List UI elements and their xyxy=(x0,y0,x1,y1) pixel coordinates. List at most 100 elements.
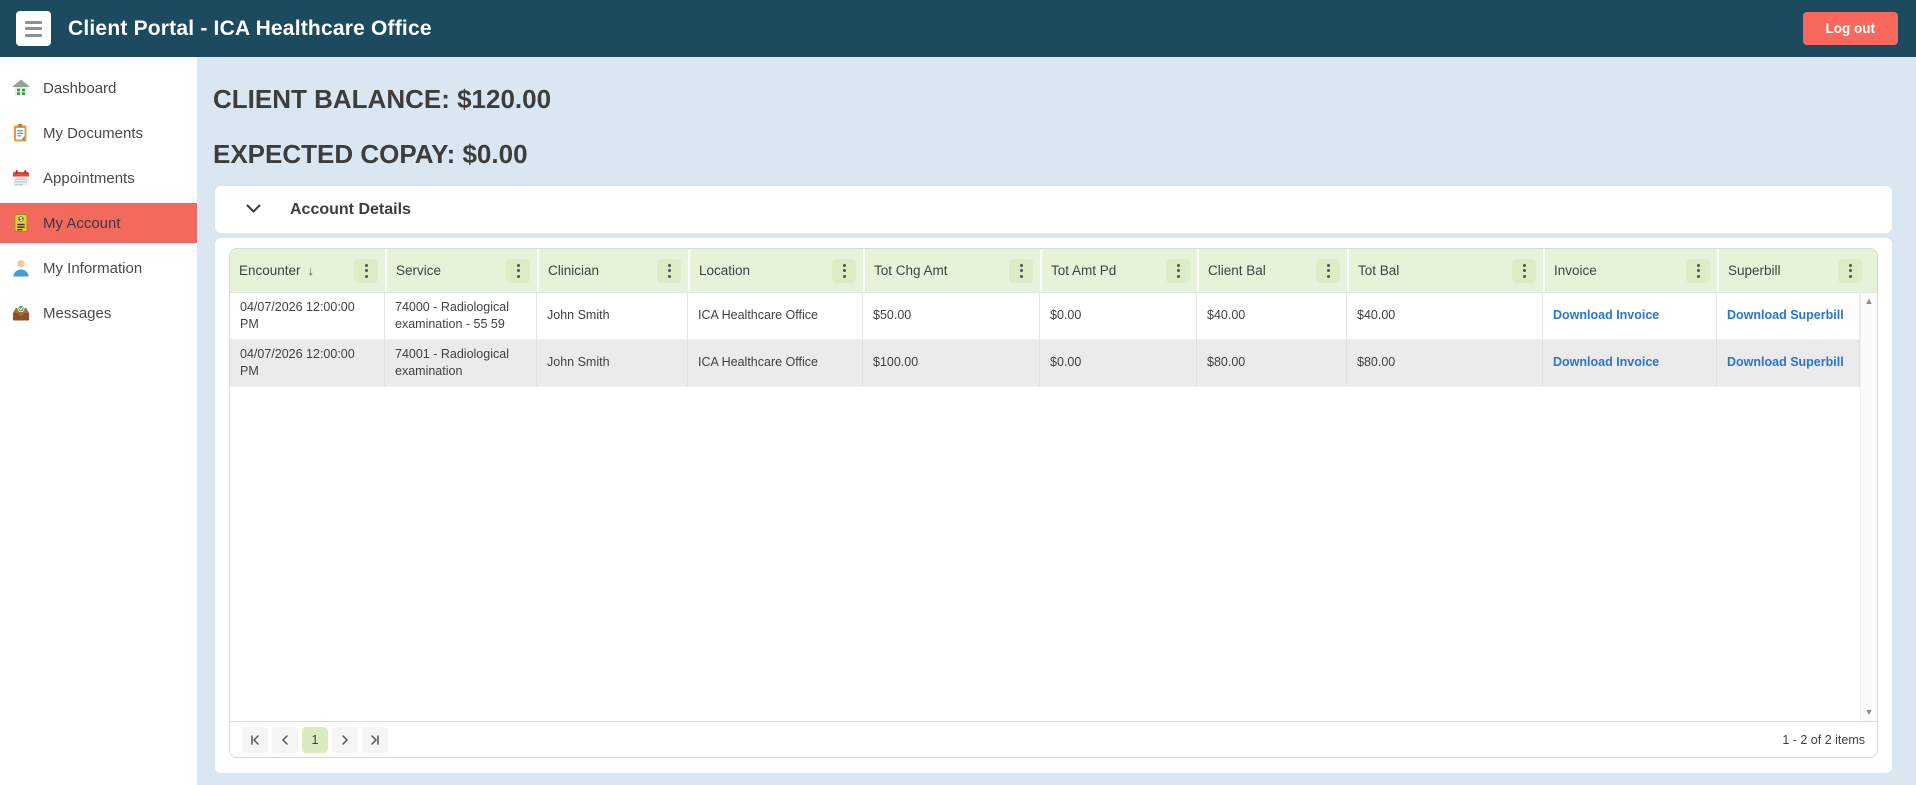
cell-location: ICA Healthcare Office xyxy=(688,340,863,386)
column-menu-button-tot-chg-amt[interactable] xyxy=(1009,259,1033,283)
sidebar-item-label: My Information xyxy=(43,260,142,277)
sidebar-item-appointments[interactable]: Appointments xyxy=(0,158,197,198)
cell-clinician: John Smith xyxy=(537,340,688,386)
cell-tot-amt-pd: $0.00 xyxy=(1040,293,1197,339)
column-header-invoice[interactable]: Invoice xyxy=(1543,249,1717,292)
cell-tot-bal: $40.00 xyxy=(1347,293,1543,339)
cell-invoice: Download Invoice xyxy=(1543,340,1717,386)
column-header-tot-chg-amt[interactable]: Tot Chg Amt xyxy=(863,249,1040,292)
scroll-up-icon[interactable]: ▲ xyxy=(1865,297,1874,306)
pager-page-1-button[interactable]: 1 xyxy=(302,727,328,753)
sidebar-item-messages[interactable]: Messages xyxy=(0,293,197,333)
grid-header-row: Encounter ↓ Service Clinician Location Tot Ch… xyxy=(230,249,1877,293)
column-header-label: Clinician xyxy=(548,263,599,278)
expected-copay-heading: EXPECTED COPAY: $0.00 xyxy=(213,139,528,170)
top-bar: Client Portal - ICA Healthcare Office Lo… xyxy=(0,0,1916,57)
cell-encounter: 04/07/2026 12:00:00 PM xyxy=(230,340,385,386)
column-header-location[interactable]: Location xyxy=(688,249,863,292)
page-title: Client Portal - ICA Healthcare Office xyxy=(68,17,432,41)
pager-next-button[interactable] xyxy=(332,727,358,753)
download-superbill-link[interactable]: Download Superbill xyxy=(1727,354,1844,371)
documents-icon xyxy=(11,123,31,143)
cell-tot-chg-amt: $100.00 xyxy=(863,340,1040,386)
cell-tot-bal: $80.00 xyxy=(1347,340,1543,386)
account-grid: Encounter ↓ Service Clinician Location Tot Ch… xyxy=(229,248,1878,758)
sort-desc-icon: ↓ xyxy=(308,263,315,278)
sidebar-item-label: Messages xyxy=(43,305,111,322)
chevron-down-icon xyxy=(246,201,261,219)
sidebar-item-label: Dashboard xyxy=(43,80,116,97)
pager-prev-button[interactable] xyxy=(272,727,298,753)
client-portal-app: Client Portal - ICA Healthcare Office Lo… xyxy=(0,0,1916,785)
home-icon xyxy=(11,78,31,98)
column-header-superbill[interactable]: Superbill xyxy=(1717,249,1877,292)
table-row[interactable]: 04/07/2026 12:00:00 PM74000 - Radiologic… xyxy=(230,293,1860,340)
sidebar-item-my-account[interactable]: $ My Account xyxy=(0,203,197,243)
column-header-label: Tot Amt Pd xyxy=(1051,263,1116,278)
column-header-encounter[interactable]: Encounter ↓ xyxy=(230,249,385,292)
table-row[interactable]: 04/07/2026 12:00:00 PM74001 - Radiologic… xyxy=(230,340,1860,387)
cell-invoice: Download Invoice xyxy=(1543,293,1717,339)
column-header-label: Tot Bal xyxy=(1358,263,1399,278)
column-menu-button-tot-amt-pd[interactable] xyxy=(1166,259,1190,283)
column-header-client-bal[interactable]: Client Bal xyxy=(1197,249,1347,292)
scroll-down-icon[interactable]: ▼ xyxy=(1865,708,1874,717)
column-header-label: Encounter xyxy=(239,263,301,278)
column-header-tot-amt-pd[interactable]: Tot Amt Pd xyxy=(1040,249,1197,292)
sidebar-item-label: My Documents xyxy=(43,125,143,142)
grid-rows: 04/07/2026 12:00:00 PM74000 - Radiologic… xyxy=(230,293,1877,387)
cell-location: ICA Healthcare Office xyxy=(688,293,863,339)
column-menu-button-service[interactable] xyxy=(506,259,530,283)
cell-superbill: Download Superbill xyxy=(1717,293,1860,339)
column-header-label: Location xyxy=(699,263,750,278)
logout-button[interactable]: Log out xyxy=(1803,12,1898,45)
download-invoice-link[interactable]: Download Invoice xyxy=(1553,307,1659,324)
column-menu-button-tot-bal[interactable] xyxy=(1512,259,1536,283)
account-details-header[interactable]: Account Details xyxy=(215,186,1892,233)
pager-first-button[interactable] xyxy=(242,727,268,753)
column-header-label: Superbill xyxy=(1728,263,1781,278)
sidebar-item-my-documents[interactable]: My Documents xyxy=(0,113,197,153)
cell-service: 74000 - Radiological examination - 55 59 xyxy=(385,293,537,339)
hamburger-menu-button[interactable] xyxy=(16,11,51,46)
cell-client-bal: $40.00 xyxy=(1197,293,1347,339)
cell-clinician: John Smith xyxy=(537,293,688,339)
account-details-title: Account Details xyxy=(290,201,411,219)
client-balance-heading: CLIENT BALANCE: $120.00 xyxy=(213,84,551,115)
column-header-label: Tot Chg Amt xyxy=(874,263,948,278)
sidebar-item-dashboard[interactable]: Dashboard xyxy=(0,68,197,108)
cell-tot-chg-amt: $50.00 xyxy=(863,293,1040,339)
column-menu-button-client-bal[interactable] xyxy=(1316,259,1340,283)
column-header-label: Invoice xyxy=(1554,263,1597,278)
download-superbill-link[interactable]: Download Superbill xyxy=(1727,307,1844,324)
cell-service: 74001 - Radiological examination xyxy=(385,340,537,386)
main-content: CLIENT BALANCE: $120.00 EXPECTED COPAY: … xyxy=(197,57,1916,785)
column-header-label: Service xyxy=(396,263,441,278)
sidebar-item-my-information[interactable]: My Information xyxy=(0,248,197,288)
grid-body: 04/07/2026 12:00:00 PM74000 - Radiologic… xyxy=(230,293,1877,721)
column-menu-button-encounter[interactable] xyxy=(354,259,378,283)
column-header-label: Client Bal xyxy=(1208,263,1266,278)
column-menu-button-clinician[interactable] xyxy=(657,259,681,283)
column-menu-button-location[interactable] xyxy=(832,259,856,283)
inbox-icon xyxy=(11,303,31,323)
column-menu-button-superbill[interactable] xyxy=(1838,259,1862,283)
account-details-panel: Encounter ↓ Service Clinician Location Tot Ch… xyxy=(215,238,1892,773)
column-header-clinician[interactable]: Clinician xyxy=(537,249,688,292)
billing-icon: $ xyxy=(11,213,31,233)
column-menu-button-invoice[interactable] xyxy=(1686,259,1710,283)
calendar-icon xyxy=(11,168,31,188)
pager-info-label: 1 - 2 of 2 items xyxy=(1782,733,1865,747)
person-icon xyxy=(11,258,31,278)
column-header-service[interactable]: Service xyxy=(385,249,537,292)
download-invoice-link[interactable]: Download Invoice xyxy=(1553,354,1659,371)
sidebar-item-label: My Account xyxy=(43,215,121,232)
sidebar-item-label: Appointments xyxy=(43,170,135,187)
sidebar-nav: Dashboard My Documents Appointments $ My Acc… xyxy=(0,57,197,785)
column-header-tot-bal[interactable]: Tot Bal xyxy=(1347,249,1543,292)
cell-tot-amt-pd: $0.00 xyxy=(1040,340,1197,386)
cell-encounter: 04/07/2026 12:00:00 PM xyxy=(230,293,385,339)
cell-superbill: Download Superbill xyxy=(1717,340,1860,386)
pager-last-button[interactable] xyxy=(362,727,388,753)
vertical-scrollbar[interactable]: ▲ ▼ xyxy=(1860,293,1877,721)
